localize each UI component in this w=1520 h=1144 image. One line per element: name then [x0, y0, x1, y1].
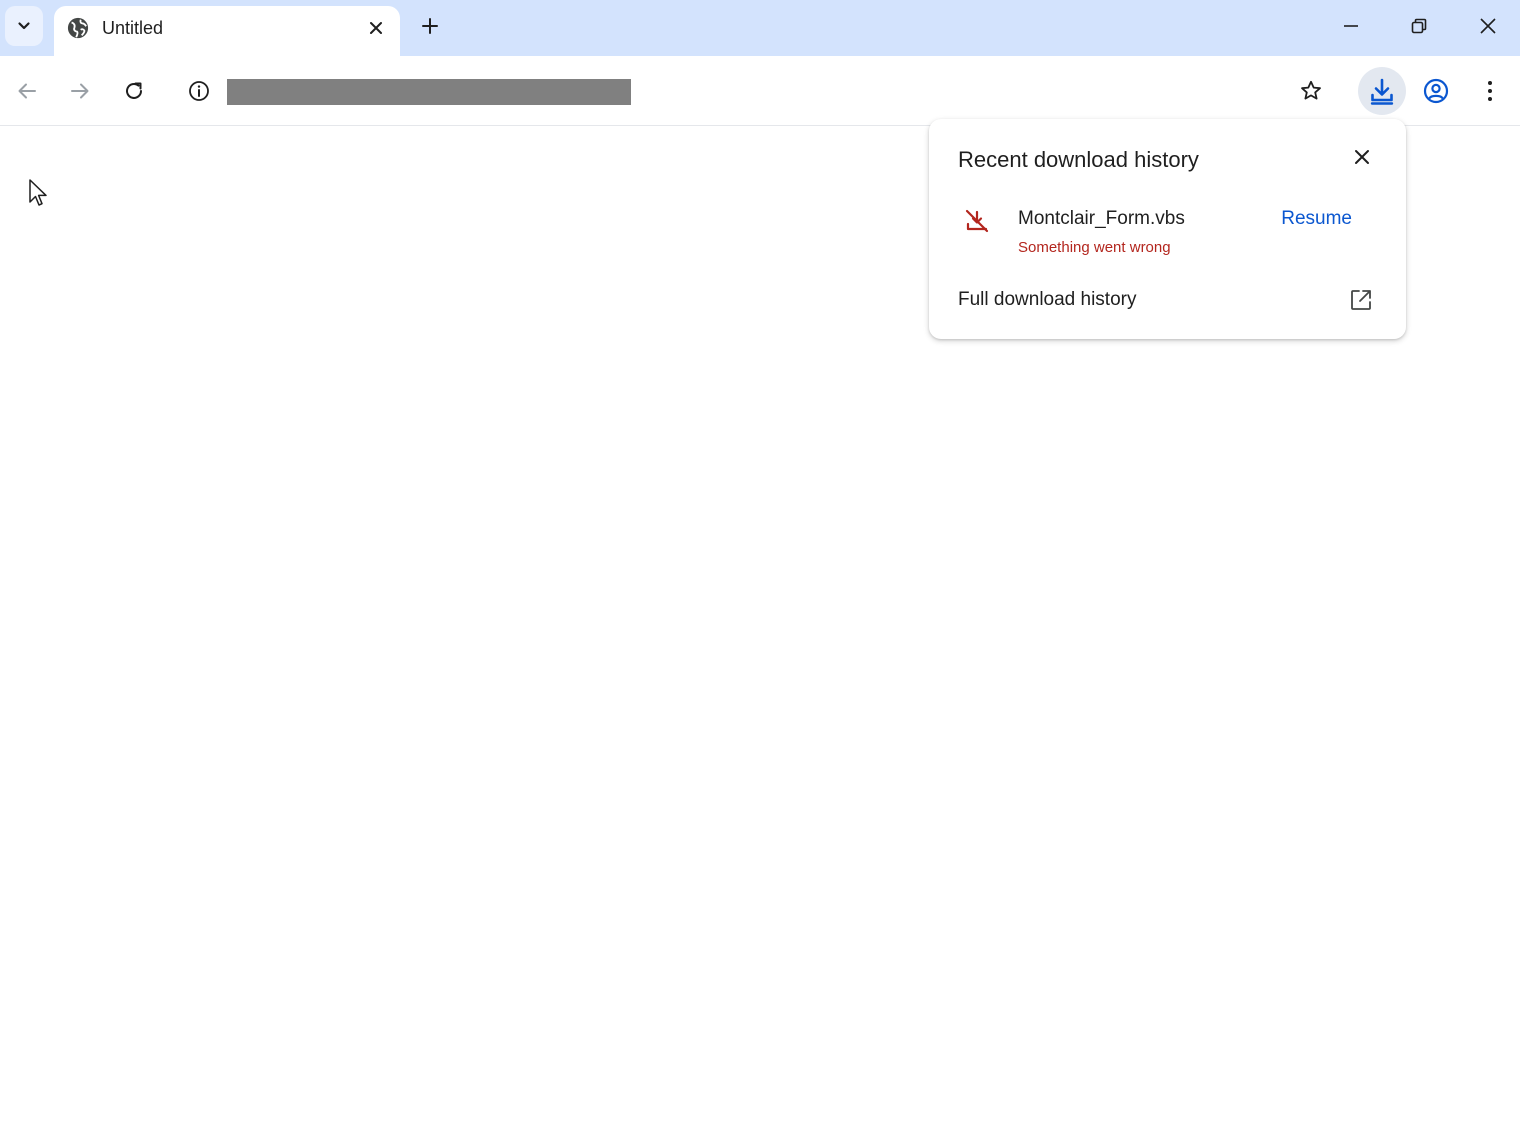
tab-search-button[interactable] — [5, 6, 43, 46]
account-circle-icon — [1423, 78, 1449, 104]
globe-icon — [67, 17, 89, 39]
profile-button[interactable] — [1417, 72, 1455, 110]
restore-button[interactable] — [1399, 8, 1439, 44]
close-icon — [370, 22, 382, 34]
downloads-button[interactable] — [1358, 67, 1406, 115]
chevron-down-icon — [18, 22, 30, 30]
close-icon — [1480, 18, 1496, 34]
tab-active[interactable]: Untitled — [54, 6, 400, 56]
browser-window: Untitled Recent download history Montcla… — [0, 0, 1520, 1144]
star-icon — [1301, 80, 1321, 100]
minimize-icon — [1344, 25, 1358, 27]
tab-close-button[interactable] — [362, 14, 390, 42]
forward-button[interactable] — [61, 72, 99, 110]
download-failed-icon — [965, 209, 989, 233]
site-info-button[interactable] — [184, 76, 214, 106]
resume-button[interactable]: Resume — [1281, 208, 1352, 230]
arrow-left-icon — [18, 83, 36, 99]
open-in-new-icon[interactable] — [1348, 287, 1374, 313]
tab-title: Untitled — [102, 18, 164, 38]
download-icon — [1370, 78, 1394, 105]
download-bubble-title: Recent download history — [958, 147, 1199, 172]
download-bubble: Recent download history Montclair_Form.v… — [929, 119, 1406, 339]
window-close-button[interactable] — [1468, 8, 1508, 44]
reload-icon — [126, 82, 142, 99]
toolbar — [0, 56, 1520, 126]
reload-button[interactable] — [115, 72, 153, 110]
full-download-history-link[interactable]: Full download history — [958, 289, 1136, 311]
tab-strip: Untitled — [0, 0, 1520, 56]
url-text[interactable] — [227, 79, 631, 105]
download-status: Something went wrong — [1018, 239, 1171, 256]
info-icon — [189, 81, 209, 101]
download-filename: Montclair_Form.vbs — [1018, 208, 1185, 229]
minimize-button[interactable] — [1331, 8, 1371, 44]
kebab-menu-icon — [1488, 81, 1492, 101]
bookmark-button[interactable] — [1296, 76, 1326, 106]
restore-icon — [1411, 18, 1427, 34]
mouse-cursor-icon — [29, 179, 47, 206]
plus-icon — [422, 18, 438, 34]
menu-button[interactable] — [1471, 72, 1509, 110]
arrow-right-icon — [71, 83, 89, 99]
close-icon — [1355, 150, 1369, 164]
new-tab-button[interactable] — [414, 10, 446, 42]
download-bubble-close-button[interactable] — [1348, 143, 1376, 171]
address-bar[interactable] — [174, 68, 1344, 114]
back-button[interactable] — [8, 72, 46, 110]
